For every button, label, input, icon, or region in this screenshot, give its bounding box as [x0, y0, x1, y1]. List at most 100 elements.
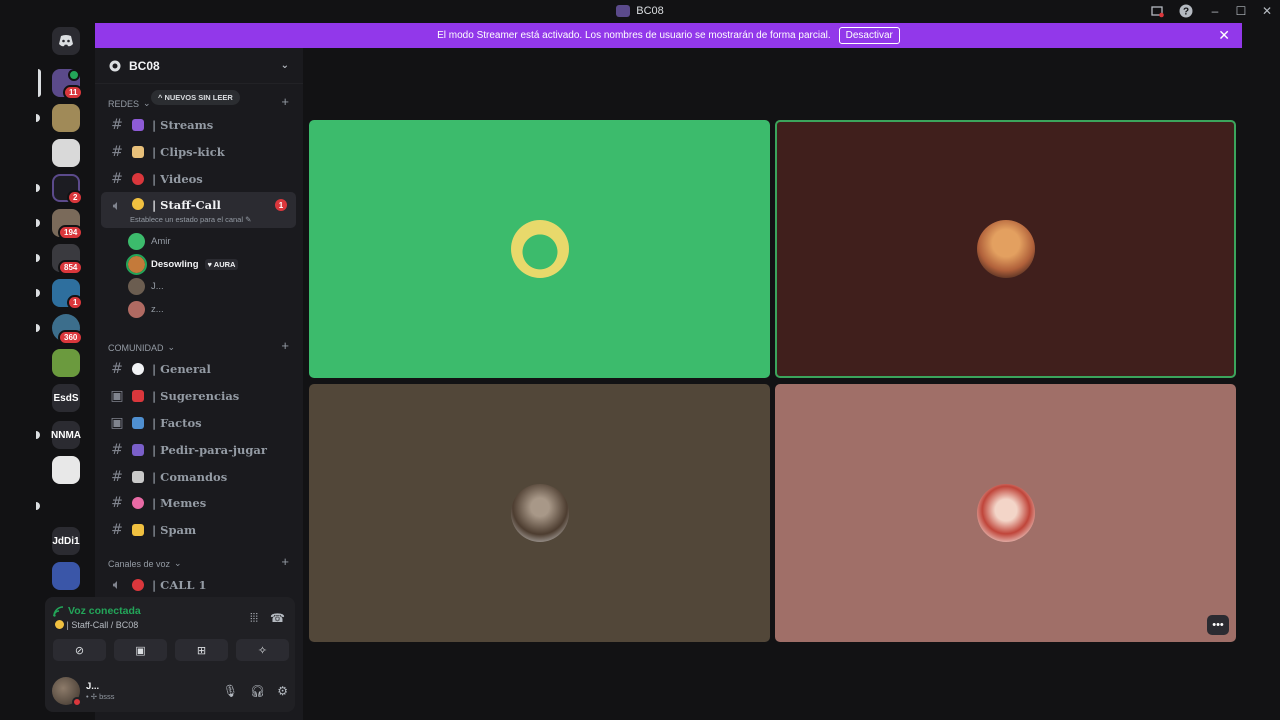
channel-comandos[interactable]: # | Comandos: [101, 464, 296, 489]
server-icon-jddi[interactable]: JdDi1: [52, 527, 80, 555]
deactivate-button[interactable]: Desactivar: [838, 27, 900, 44]
voice-stage: •••: [303, 48, 1242, 720]
category-redes[interactable]: REDES ⌄: [108, 98, 151, 109]
add-channel-icon[interactable]: +: [281, 94, 289, 109]
headphones-icon[interactable]: 🎧︎: [250, 684, 265, 698]
speech-bubble-icon: [132, 362, 144, 375]
unread-pill-indicator: [36, 184, 40, 192]
server-header[interactable]: BC08 ⌄: [95, 48, 303, 84]
minimize-icon[interactable]: –: [1202, 0, 1228, 22]
voice-channel[interactable]: | Staff-Call / BC08: [55, 620, 138, 630]
channel-clips[interactable]: # | Clips-kick: [101, 139, 296, 164]
participant-avatar: [510, 484, 569, 542]
close-banner-icon[interactable]: ✕: [1218, 27, 1230, 44]
server-badge: 1: [67, 295, 84, 310]
category-voz[interactable]: Canales de voz ⌄: [108, 558, 182, 569]
user-panel[interactable]: J... • ✢ bsss 🎙︎ 🎧︎ ⚙: [52, 677, 292, 707]
user-name: J...: [86, 681, 100, 692]
add-channel-icon[interactable]: +: [281, 338, 289, 353]
dnd-status-icon: [72, 697, 82, 707]
forum-icon: ▣: [110, 387, 124, 404]
server-badge: 854: [58, 260, 84, 275]
server-icon-13[interactable]: [52, 492, 80, 520]
speaker-icon: 🔈︎: [112, 576, 122, 593]
channel-call1[interactable]: 🔈︎ | CALL 1: [101, 572, 296, 597]
activities-button[interactable]: ⊞: [175, 639, 228, 661]
camera-off-icon: ⊘: [74, 644, 85, 657]
voice-status[interactable]: Voz conectada: [53, 605, 141, 617]
avatar[interactable]: [52, 677, 82, 707]
robot-icon: [132, 470, 144, 483]
server-icon-2[interactable]: [52, 104, 80, 132]
member-name: z...: [151, 303, 164, 315]
channel-pedir[interactable]: # | Pedir-para-jugar: [101, 437, 296, 462]
channel-staff-call[interactable]: 🔈︎ | Staff-Call 1 Establece un estado pa…: [101, 192, 296, 228]
more-options-icon[interactable]: •••: [1207, 615, 1229, 635]
participant-tile-1[interactable]: [309, 120, 770, 378]
voice-member[interactable]: z...: [128, 299, 164, 319]
participant-avatar: [976, 484, 1035, 542]
microphone-icon[interactable]: 🎙︎: [223, 684, 238, 698]
title-bar: BC08 ? – ☐ ✕: [0, 0, 1280, 22]
question-icon: [132, 389, 144, 402]
channel-label: | Spam: [152, 522, 197, 537]
participant-tile-4[interactable]: •••: [775, 384, 1236, 642]
participant-tile-2[interactable]: [775, 120, 1236, 378]
voice-member[interactable]: Desowling ♥ AURA: [126, 253, 239, 275]
server-name: BC08: [129, 58, 160, 73]
category-comunidad[interactable]: COMUNIDAD ⌄: [108, 342, 175, 353]
discord-home-icon[interactable]: [52, 27, 80, 55]
unread-pill-indicator: [36, 114, 40, 122]
server-icon-15[interactable]: [52, 562, 80, 590]
voice-channel-text: | Staff-Call / BC08: [66, 620, 139, 630]
red-circle-icon: [132, 172, 144, 185]
new-unread-button[interactable]: ^ NUEVOS SIN LEER: [151, 90, 240, 105]
server-icon-12[interactable]: [52, 456, 80, 484]
close-icon[interactable]: ✕: [1254, 0, 1280, 22]
channel-spam[interactable]: # | Spam: [101, 517, 296, 542]
hash-icon: #: [111, 441, 123, 458]
chevron-down-icon[interactable]: ⌄: [281, 60, 289, 71]
add-channel-icon[interactable]: +: [281, 554, 289, 569]
gamepad-icon: [132, 443, 144, 456]
voice-member[interactable]: J...: [128, 276, 164, 296]
share-screen-icon: ▣: [135, 644, 146, 657]
streamer-mode-banner: El modo Streamer está activado. Los nomb…: [95, 23, 1242, 48]
channel-memes[interactable]: # | Memes: [101, 490, 296, 515]
channel-status-hint[interactable]: Establece un estado para el canal ✎: [130, 215, 251, 224]
help-icon[interactable]: ?: [1170, 0, 1202, 22]
channel-sugerencias[interactable]: ▣ | Sugerencias: [101, 383, 296, 408]
maximize-icon[interactable]: ☐: [1228, 0, 1254, 22]
hash-icon: #: [111, 494, 123, 511]
server-icon-esds[interactable]: EsdS: [52, 384, 80, 412]
soundboard-button[interactable]: ✧: [236, 639, 289, 661]
phone-icon: [132, 578, 144, 591]
channel-general[interactable]: # | General: [101, 356, 296, 381]
clapper-icon: [132, 118, 144, 131]
channel-streams[interactable]: # | Streams: [101, 112, 296, 137]
participant-tile-3[interactable]: [309, 384, 770, 642]
server-icon-3[interactable]: [52, 139, 80, 167]
disconnect-icon[interactable]: ☎: [270, 611, 285, 626]
server-icon-9[interactable]: [52, 349, 80, 377]
channel-label: | Comandos: [152, 469, 228, 484]
camera-off-button[interactable]: ⊘: [53, 639, 106, 661]
participant-avatar: [510, 220, 569, 278]
soundboard-icon: ✧: [257, 644, 268, 657]
server-icon-nnma[interactable]: NNMA: [51, 421, 81, 449]
gear-icon[interactable]: ⚙: [277, 684, 288, 698]
channel-videos[interactable]: # | Videos: [101, 166, 296, 191]
participant-avatar: [976, 220, 1035, 278]
avatar: [128, 232, 145, 250]
unread-pill-indicator: [36, 289, 40, 297]
voice-member[interactable]: Amir: [128, 231, 171, 251]
channel-label: | Pedir-para-jugar: [152, 442, 267, 457]
screen-share-icon[interactable]: [1144, 0, 1170, 22]
channel-factos[interactable]: ▣ | Factos: [101, 410, 296, 435]
noise-suppression-icon[interactable]: ⦙⦙⦙: [250, 611, 258, 626]
smile-icon: [55, 620, 64, 629]
streamer-banner-text: El modo Streamer está activado. Los nomb…: [437, 30, 831, 41]
share-screen-button[interactable]: ▣: [114, 639, 167, 661]
channel-label: | CALL 1: [152, 577, 207, 592]
unread-pill-label: NUEVOS SIN LEER: [164, 93, 233, 102]
